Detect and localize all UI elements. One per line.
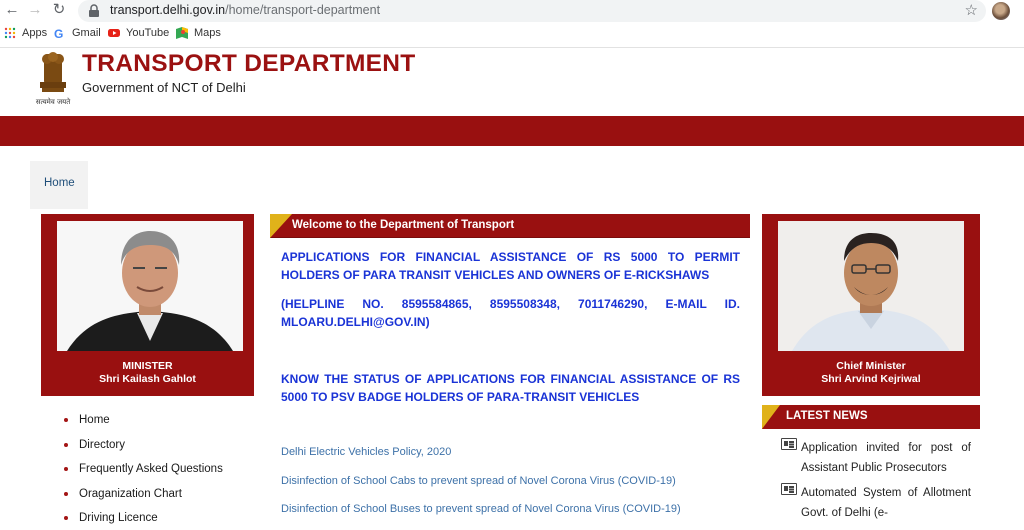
menu-item-label: Directory: [79, 438, 126, 451]
reload-icon[interactable]: ↻: [51, 2, 67, 18]
menu-item-driving-licence[interactable]: Driving Licence: [64, 510, 223, 530]
youtube-icon: [108, 29, 120, 37]
menu-item-faq[interactable]: Frequently Asked Questions: [64, 461, 223, 486]
google-g-icon: G: [54, 27, 63, 39]
minister-photo: [57, 221, 243, 351]
menu-item-label: Home: [79, 414, 110, 426]
bullet-icon: [64, 418, 68, 422]
minister-panel: MINISTER Shri Kailash Gahlot: [41, 214, 254, 396]
forward-arrow-icon[interactable]: →: [27, 2, 43, 18]
notice-application-status[interactable]: KNOW THE STATUS OF APPLICATIONS FOR FINA…: [281, 370, 740, 406]
header-band: [0, 116, 1024, 146]
chief-minister-photo: [778, 221, 964, 351]
news-item[interactable]: Application invited for post of Assistan…: [781, 438, 971, 478]
latest-news-heading: LATEST NEWS: [786, 410, 868, 422]
latest-news-heading-bar: LATEST NEWS: [762, 405, 980, 429]
heading-accent: [270, 214, 292, 238]
bullet-icon: [64, 516, 68, 521]
apps-grid-icon: [4, 27, 16, 39]
address-bar[interactable]: transport.delhi.gov.in/home/transport-de…: [78, 0, 986, 22]
welcome-heading-bar: Welcome to the Department of Transport: [270, 214, 750, 238]
bookmark-label: Maps: [194, 27, 221, 39]
menu-item-label: Driving Licence: [79, 512, 158, 525]
news-item-text: Automated System of Allotment Govt. of D…: [801, 487, 971, 519]
site-title: TRANSPORT DEPARTMENT: [82, 50, 416, 77]
maps-icon: [176, 27, 188, 39]
minister-caption: MINISTER Shri Kailash Gahlot: [41, 360, 254, 386]
bullet-icon: [64, 491, 68, 496]
notice-financial-assistance[interactable]: APPLICATIONS FOR FINANCIAL ASSISTANCE OF…: [281, 248, 740, 284]
chief-minister-caption: Chief Minister Shri Arvind Kejriwal: [762, 360, 980, 386]
bookmark-apps[interactable]: Apps: [4, 27, 47, 39]
browser-chrome: ← → ↻ transport.delhi.gov.in/home/transp…: [0, 0, 1024, 48]
side-menu: Home Directory Frequently Asked Question…: [64, 412, 223, 530]
chief-minister-panel: Chief Minister Shri Arvind Kejriwal: [762, 214, 980, 396]
notice-helpline[interactable]: (HELPLINE NO. 8595584865, 8595508348, 70…: [281, 295, 740, 331]
link-disinfection-school-buses[interactable]: Disinfection of School Buses to prevent …: [281, 503, 681, 515]
chief-minister-role: Chief Minister: [836, 360, 906, 372]
welcome-heading: Welcome to the Department of Transport: [292, 219, 515, 231]
link-disinfection-school-cabs[interactable]: Disinfection of School Cabs to prevent s…: [281, 475, 676, 487]
bookmark-label: YouTube: [126, 27, 170, 39]
site-subtitle: Government of NCT of Delhi: [82, 80, 246, 95]
url-text: transport.delhi.gov.in/home/transport-de…: [110, 3, 381, 17]
menu-item-directory[interactable]: Directory: [64, 437, 223, 462]
chief-minister-name: Shri Arvind Kejriwal: [821, 373, 921, 385]
svg-text:सत्यमेव जयते: सत्यमेव जयते: [36, 97, 71, 106]
newspaper-icon: [781, 438, 797, 450]
svg-text:G: G: [54, 27, 63, 39]
newspaper-icon: [781, 483, 797, 495]
link-ev-policy[interactable]: Delhi Electric Vehicles Policy, 2020: [281, 446, 451, 458]
bookmark-star-icon[interactable]: ☆: [965, 1, 978, 19]
bookmark-youtube[interactable]: YouTube: [108, 27, 169, 39]
bullet-icon: [64, 467, 68, 472]
minister-name: Shri Kailash Gahlot: [99, 373, 196, 385]
national-emblem-logo: सत्यमेव जयते: [36, 52, 71, 106]
breadcrumb-home-link[interactable]: Home: [44, 177, 75, 189]
menu-item-label: Frequently Asked Questions: [79, 463, 223, 476]
bookmark-gmail[interactable]: G Gmail: [54, 27, 101, 39]
bullet-icon: [64, 442, 68, 447]
minister-role: MINISTER: [122, 360, 173, 372]
profile-avatar[interactable]: [992, 2, 1010, 20]
news-item-text: Application invited for post of Assistan…: [801, 442, 971, 474]
news-item[interactable]: Automated System of Allotment Govt. of D…: [781, 483, 971, 523]
back-arrow-icon[interactable]: ←: [4, 2, 20, 18]
bookmark-label: Apps: [22, 27, 48, 39]
menu-item-label: Oraganization Chart: [79, 487, 182, 500]
bookmark-label: Gmail: [72, 27, 101, 39]
lock-icon: [89, 4, 99, 17]
heading-accent: [762, 405, 780, 429]
menu-item-organization-chart[interactable]: Oraganization Chart: [64, 486, 223, 511]
bookmark-maps[interactable]: Maps: [176, 27, 221, 39]
menu-item-home[interactable]: Home: [64, 412, 223, 437]
